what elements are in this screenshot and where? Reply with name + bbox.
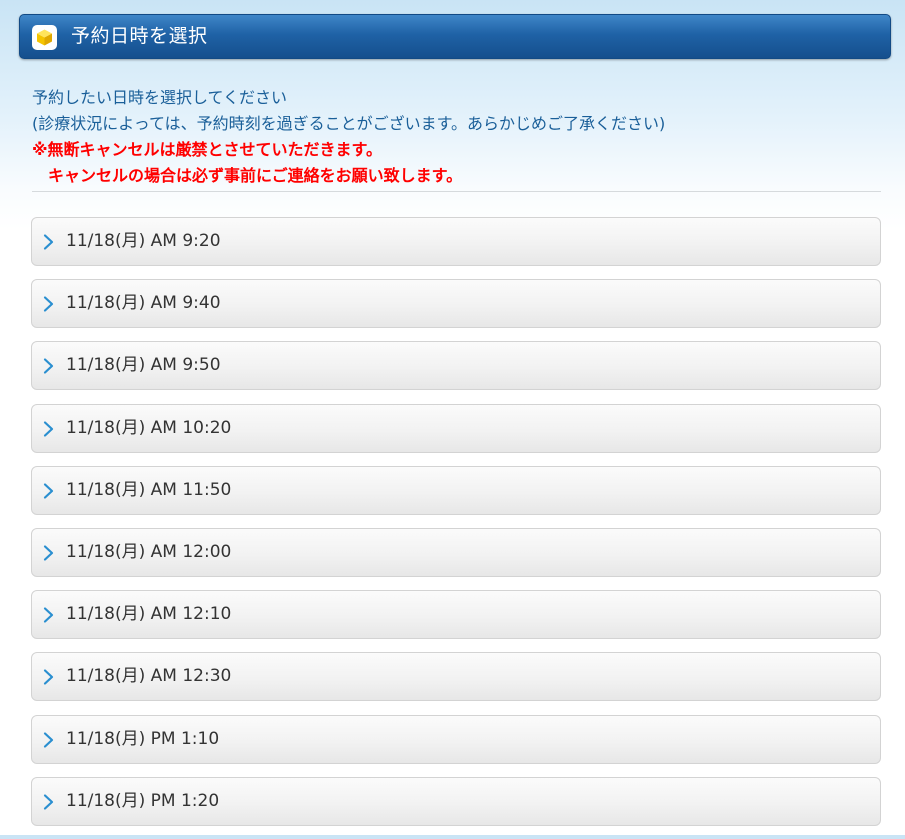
chevron-right-icon <box>43 234 54 250</box>
time-slot-button[interactable]: 11/18(月) AM 9:50 <box>31 341 881 391</box>
chevron-right-icon <box>43 607 54 623</box>
chevron-right-icon <box>43 296 54 312</box>
time-slot-button[interactable]: 11/18(月) PM 1:20 <box>31 776 881 826</box>
time-slot-button[interactable]: 11/18(月) AM 11:50 <box>31 465 881 515</box>
time-slot-label: 11/18(月) AM 9:20 <box>66 231 221 251</box>
chevron-right-icon <box>43 483 54 499</box>
chevron-right-icon <box>43 358 54 374</box>
time-slot-label: 11/18(月) AM 12:30 <box>66 666 232 687</box>
time-slot-button[interactable]: 11/18(月) AM 9:20 <box>31 217 881 266</box>
time-slot-label: 11/18(月) AM 11:50 <box>66 479 232 500</box>
time-slot-list: 11/18(月) AM 9:20 11/18(月) AM 9:40 11/18(… <box>31 217 881 839</box>
time-slot-button[interactable]: 11/18(月) AM 10:20 <box>31 403 881 453</box>
time-slot-button[interactable]: 11/18(月) AM 9:40 <box>31 279 881 329</box>
divider <box>32 191 881 192</box>
chevron-right-icon <box>43 420 54 437</box>
time-slot-label: 11/18(月) AM 9:50 <box>66 355 221 376</box>
page-header: 予約日時を選択 <box>19 14 891 59</box>
time-slot-button[interactable]: 11/18(月) PM 1:10 <box>31 714 881 764</box>
time-slot-label: 11/18(月) AM 12:00 <box>66 541 232 562</box>
time-slot-button[interactable]: 11/18(月) AM 12:30 <box>31 652 881 702</box>
chevron-right-icon <box>43 669 54 685</box>
time-slot-label: 11/18(月) AM 9:40 <box>66 293 221 314</box>
intro-text: 予約したい日時を選択してください (診療状況によっては、予約時刻を過ぎることがご… <box>32 85 882 189</box>
cancel-contact-warning: キャンセルの場合は必ず事前にご連絡をお願い致します。 <box>48 166 463 185</box>
page-title: 予約日時を選択 <box>71 25 208 47</box>
yellow-cube-icon <box>32 25 57 50</box>
time-slot-label: 11/18(月) PM 1:20 <box>66 790 220 811</box>
time-slot-label: 11/18(月) AM 12:10 <box>66 604 232 625</box>
time-slot-label: 11/18(月) AM 10:20 <box>66 417 232 438</box>
time-slot-button[interactable]: 11/18(月) AM 12:10 <box>31 590 881 640</box>
time-slot-button[interactable]: 11/18(月) AM 12:00 <box>31 527 881 577</box>
instruction-text: 予約したい日時を選択してください <box>32 88 288 107</box>
cancel-warning: ※無断キャンセルは厳禁とさせていただきます。 <box>32 140 382 159</box>
chevron-right-icon <box>43 794 54 810</box>
time-slot-label: 11/18(月) PM 1:10 <box>66 728 220 749</box>
notice-text: (診療状況によっては、予約時刻を過ぎることがございます。あらかじめご了承ください… <box>32 114 666 133</box>
chevron-right-icon <box>43 731 54 748</box>
chevron-right-icon <box>43 545 54 561</box>
